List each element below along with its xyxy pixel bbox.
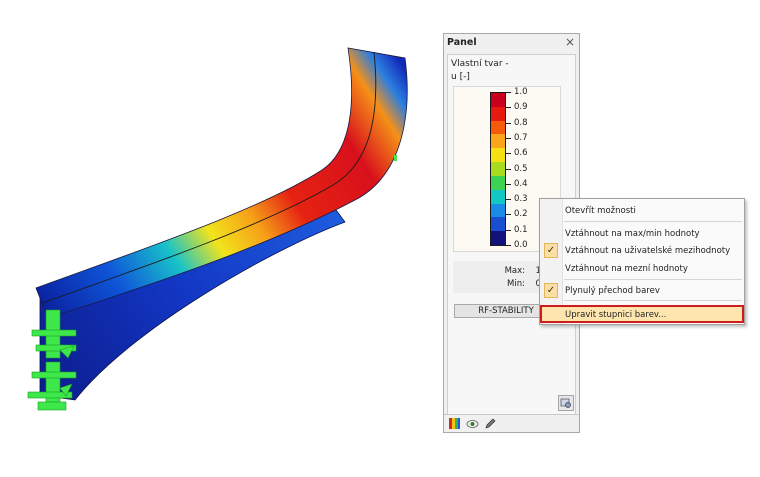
scale-tick-label: 0.9 [514, 102, 528, 113]
scale-tick [506, 92, 511, 93]
scale-tick [506, 168, 511, 170]
model-viewport[interactable] [0, 0, 440, 474]
max-label: Max: [504, 266, 525, 276]
menu-item-3[interactable]: Vztáhnout na mezní hodnoty [540, 260, 744, 278]
menu-separator [564, 279, 742, 280]
menu-separator [564, 300, 742, 301]
panel-footer-tabs [444, 414, 579, 432]
panel-header: Panel × [444, 34, 579, 52]
color-scale-segment [491, 217, 505, 232]
scale-tick [506, 107, 511, 109]
scale-tick [506, 199, 511, 201]
scale-tick-label: 0.4 [514, 178, 528, 189]
scale-tick [506, 183, 511, 185]
pen-icon[interactable] [484, 417, 497, 430]
color-scale-bar [490, 92, 506, 246]
menu-item-label: Plynulý přechod barev [565, 286, 660, 296]
color-scale-segment [491, 134, 505, 149]
scale-tick-label: 0.5 [514, 163, 528, 174]
menu-separator [564, 221, 742, 222]
color-scale-segment [491, 93, 505, 107]
scale-tick-label: 0.0 [514, 240, 528, 250]
scale-tick [506, 245, 511, 246]
color-scale-segment [491, 162, 505, 176]
support-marker [394, 155, 397, 161]
color-scale-segment [491, 203, 505, 218]
color-scale-segment [491, 231, 505, 245]
color-scale-segment [491, 106, 505, 121]
menu-item-label: Upravit stupnici barev... [565, 310, 667, 320]
scale-tick [506, 214, 511, 216]
scale-tick-label: 0.3 [514, 194, 528, 205]
menu-item-label: Vztáhnout na mezní hodnoty [565, 264, 688, 274]
menu-item-0[interactable]: Otevřít možnosti [540, 202, 744, 220]
eye-icon[interactable] [466, 417, 479, 430]
settings-icon[interactable] [558, 395, 574, 411]
scale-tick-label: 0.6 [514, 148, 528, 159]
menu-item-label: Vztáhnout na max/min hodnoty [565, 229, 700, 239]
menu-item-2[interactable]: ✓ Vztáhnout na uživatelské mezihodnoty [540, 242, 744, 260]
menu-item-4[interactable]: ✓ Plynulý přechod barev [540, 282, 744, 300]
scale-tick-label: 0.7 [514, 132, 528, 143]
result-type-label: Vlastní tvar - [451, 59, 509, 69]
menu-item-label: Vztáhnout na uživatelské mezihodnoty [565, 246, 731, 256]
min-label: Min: [507, 279, 525, 289]
scale-tick-label: 0.2 [514, 209, 528, 220]
color-scale-segment [491, 120, 505, 135]
color-scale-icon[interactable] [448, 417, 461, 430]
scale-tick-label: 1.0 [514, 87, 528, 97]
menu-item-label: Otevřít možnosti [565, 206, 636, 216]
deformed-beam-render [27, 47, 408, 411]
result-unit-label: u [-] [451, 72, 470, 82]
scale-tick [506, 153, 511, 155]
checkmark-icon: ✓ [544, 283, 558, 298]
color-scale-segment [491, 148, 505, 163]
menu-item-5[interactable]: Upravit stupnici barev... [540, 305, 744, 323]
color-scale-segment [491, 189, 505, 204]
scale-tick-label: 0.8 [514, 117, 528, 128]
checkmark-icon: ✓ [544, 243, 558, 258]
scale-tick-label: 0.1 [514, 224, 528, 235]
close-icon[interactable]: × [565, 35, 575, 49]
scale-tick [506, 122, 511, 124]
menu-item-1[interactable]: Vztáhnout na max/min hodnoty [540, 225, 744, 243]
scale-tick [506, 137, 511, 139]
scale-tick [506, 229, 511, 231]
panel-title: Panel [447, 37, 477, 48]
context-menu: Otevřít možnosti Vztáhnout na max/min hod… [539, 198, 745, 325]
color-scale-segment [491, 175, 505, 190]
